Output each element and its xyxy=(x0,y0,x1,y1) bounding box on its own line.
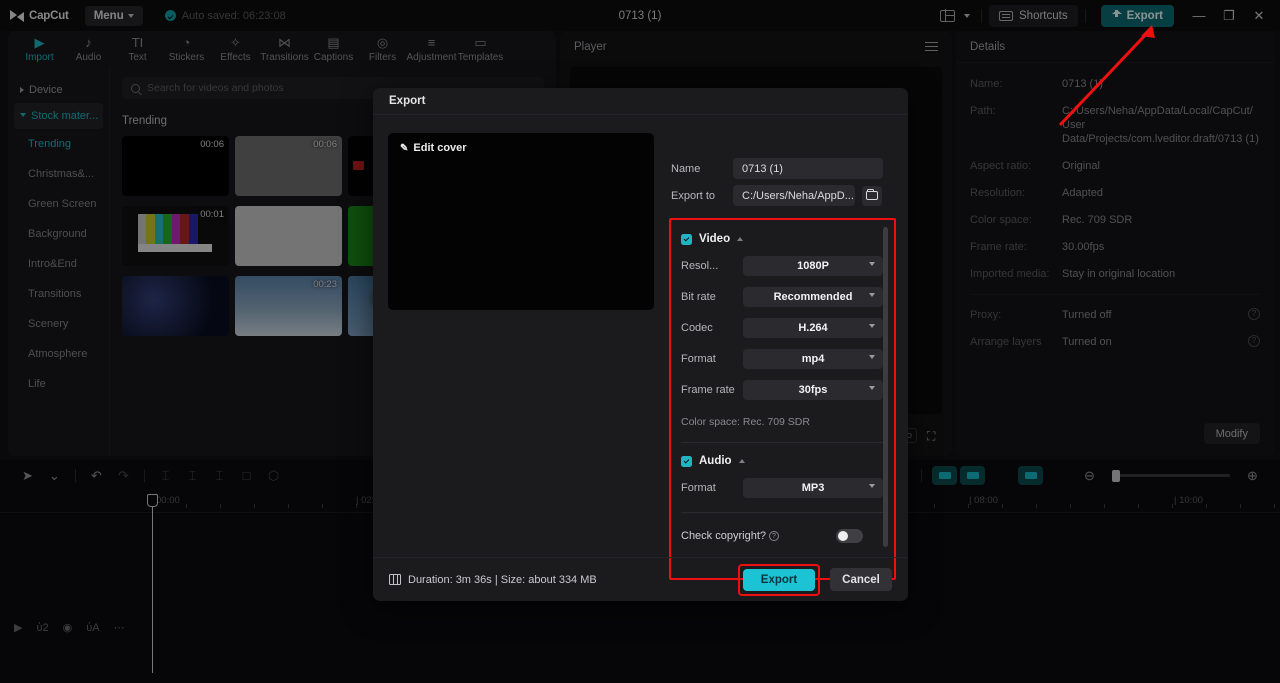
export-to-label: Export to xyxy=(671,189,716,202)
edit-cover-label-group: ✎ Edit cover xyxy=(400,142,467,154)
pencil-icon: ✎ xyxy=(400,142,409,154)
export-to-row: Export to C:/Users/Neha/AppD... xyxy=(671,185,882,206)
browse-folder-button[interactable] xyxy=(862,185,882,206)
edit-cover-label: Edit cover xyxy=(413,142,467,154)
name-label: Name xyxy=(671,162,701,175)
export-dialog-footer: Duration: 3m 36s | Size: about 334 MB Ex… xyxy=(373,557,908,601)
export-dialog: Export ✎ Edit cover Name 0713 (1) Export… xyxy=(373,88,908,601)
dialog-cancel-button[interactable]: Cancel xyxy=(830,568,892,591)
duration-size-text: Duration: 3m 36s | Size: about 334 MB xyxy=(408,573,597,586)
capcut-window: CapCut Menu Auto saved: 06:23:08 0713 (1… xyxy=(0,0,1280,683)
folder-icon xyxy=(866,188,878,200)
options-highlight-box xyxy=(669,218,896,580)
export-to-input[interactable]: C:/Users/Neha/AppD... xyxy=(733,185,855,206)
edit-cover-preview[interactable]: ✎ Edit cover xyxy=(388,133,654,310)
export-dialog-body: ✎ Edit cover Name 0713 (1) Export to C:/… xyxy=(373,115,908,580)
duration-size-info: Duration: 3m 36s | Size: about 334 MB xyxy=(389,574,597,586)
export-button-highlight: Export xyxy=(738,563,820,596)
name-field-row: Name 0713 (1) xyxy=(671,158,883,179)
dialog-export-button[interactable]: Export xyxy=(743,568,815,591)
export-dialog-title: Export xyxy=(373,88,908,115)
footer-buttons: Export Cancel xyxy=(738,563,892,596)
film-icon xyxy=(389,573,401,586)
name-input[interactable]: 0713 (1) xyxy=(733,158,883,179)
